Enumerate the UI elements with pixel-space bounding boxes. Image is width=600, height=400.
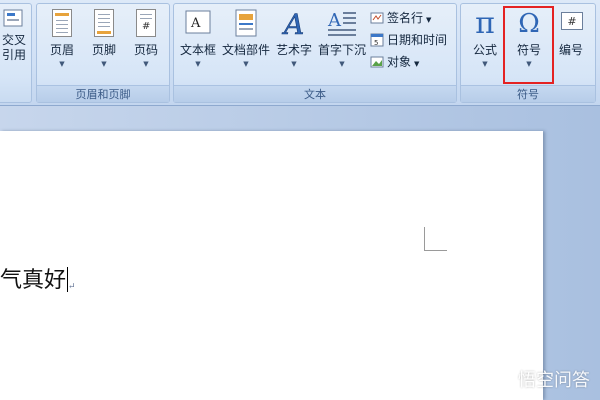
header-footer-group: 页眉 ▼ 页脚 ▼ # 页码 ▼ 页眉和页脚 bbox=[36, 3, 170, 103]
page-number-icon: # bbox=[130, 8, 162, 40]
equation-label: 公式 bbox=[472, 43, 497, 57]
watermark-text: 悟空问答 bbox=[518, 370, 590, 391]
chevron-down-icon: ▼ bbox=[414, 60, 420, 68]
drop-cap-icon: A bbox=[326, 8, 358, 40]
page-number-button[interactable]: # 页码 ▼ bbox=[127, 8, 165, 84]
footer-label: 页脚 bbox=[91, 43, 116, 57]
text-box-button[interactable]: A 文本框 ▼ bbox=[177, 8, 219, 84]
signature-line-label: 签名行 bbox=[387, 11, 424, 25]
chevron-down-icon: ▼ bbox=[143, 60, 149, 68]
header-label: 页眉 bbox=[49, 43, 74, 57]
chevron-down-icon: ▼ bbox=[482, 60, 488, 68]
svg-text:A: A bbox=[327, 10, 342, 31]
object-icon bbox=[370, 55, 384, 69]
footer-button[interactable]: 页脚 ▼ bbox=[85, 8, 123, 84]
header-page-icon bbox=[46, 8, 78, 40]
numbering-label: 编号 bbox=[558, 43, 583, 57]
header-footer-group-label: 页眉和页脚 bbox=[37, 85, 169, 102]
chevron-down-icon: ▼ bbox=[339, 60, 345, 68]
page-number-label: 页码 bbox=[133, 43, 158, 57]
text-group: A 文本框 ▼ 文档部件 ▼ A 艺术字 ▼ A 首字下沉 ▼ 签名行 ▼ 5 … bbox=[173, 3, 457, 103]
object-label: 对象 bbox=[387, 55, 412, 69]
speech-bubble-icon bbox=[492, 370, 514, 388]
quick-parts-icon bbox=[230, 8, 262, 40]
date-time-button[interactable]: 5 日期和时间 bbox=[370, 30, 447, 50]
quick-parts-label: 文档部件 bbox=[221, 43, 270, 57]
document-text[interactable]: 气真好 ↵ bbox=[0, 262, 76, 294]
chevron-down-icon: ▼ bbox=[291, 60, 297, 68]
numbering-icon: # bbox=[555, 8, 587, 40]
svg-text:5: 5 bbox=[374, 39, 378, 47]
document-text-content: 气真好 bbox=[0, 268, 67, 293]
footer-page-icon bbox=[88, 8, 120, 40]
references-group-partial: 交叉 引用 bbox=[0, 3, 32, 103]
wordart-icon: A bbox=[278, 8, 310, 42]
document-workspace: 气真好 ↵ 悟空问答 bbox=[0, 106, 600, 400]
chevron-down-icon: ▼ bbox=[426, 16, 432, 24]
text-box-icon: A bbox=[182, 8, 214, 40]
document-page[interactable]: 气真好 ↵ bbox=[0, 131, 543, 400]
margin-corner-mark bbox=[424, 227, 447, 251]
wordart-button[interactable]: A 艺术字 ▼ bbox=[273, 8, 315, 84]
drop-cap-label: 首字下沉 bbox=[317, 43, 366, 57]
cross-reference-label-line2: 引用 bbox=[1, 48, 26, 62]
ribbon: 交叉 引用 页眉 ▼ 页脚 ▼ # 页码 ▼ 页眉和页脚 A 文本框 ▼ 文档部… bbox=[0, 0, 600, 106]
pi-icon: π bbox=[475, 6, 495, 41]
signature-line-icon bbox=[370, 11, 384, 25]
cross-reference-button[interactable]: 交叉 引用 bbox=[0, 8, 29, 84]
cross-reference-icon bbox=[2, 8, 26, 30]
numbering-button[interactable]: # 编号 bbox=[553, 8, 589, 84]
wordart-label: 艺术字 bbox=[275, 43, 312, 57]
date-time-label: 日期和时间 bbox=[387, 33, 448, 47]
svg-text:A: A bbox=[281, 8, 304, 40]
date-time-icon: 5 bbox=[370, 33, 384, 47]
svg-text:A: A bbox=[190, 16, 201, 31]
equation-button[interactable]: π 公式 ▼ bbox=[467, 8, 503, 84]
chevron-down-icon: ▼ bbox=[101, 60, 107, 68]
chevron-down-icon: ▼ bbox=[243, 60, 249, 68]
header-button[interactable]: 页眉 ▼ bbox=[43, 8, 81, 84]
text-box-label: 文本框 bbox=[179, 43, 216, 57]
quick-parts-button[interactable]: 文档部件 ▼ bbox=[221, 8, 271, 84]
paragraph-mark: ↵ bbox=[68, 282, 76, 292]
signature-line-button[interactable]: 签名行 ▼ bbox=[370, 8, 431, 28]
object-button[interactable]: 对象 ▼ bbox=[370, 52, 419, 72]
cross-reference-label-line1: 交叉 bbox=[1, 33, 26, 47]
drop-cap-button[interactable]: A 首字下沉 ▼ bbox=[317, 8, 367, 84]
symbols-group-label: 符号 bbox=[461, 85, 595, 102]
highlight-box bbox=[503, 6, 554, 84]
watermark: 悟空问答 bbox=[492, 366, 590, 392]
chevron-down-icon: ▼ bbox=[59, 60, 65, 68]
text-group-label: 文本 bbox=[174, 85, 456, 102]
chevron-down-icon: ▼ bbox=[195, 60, 201, 68]
